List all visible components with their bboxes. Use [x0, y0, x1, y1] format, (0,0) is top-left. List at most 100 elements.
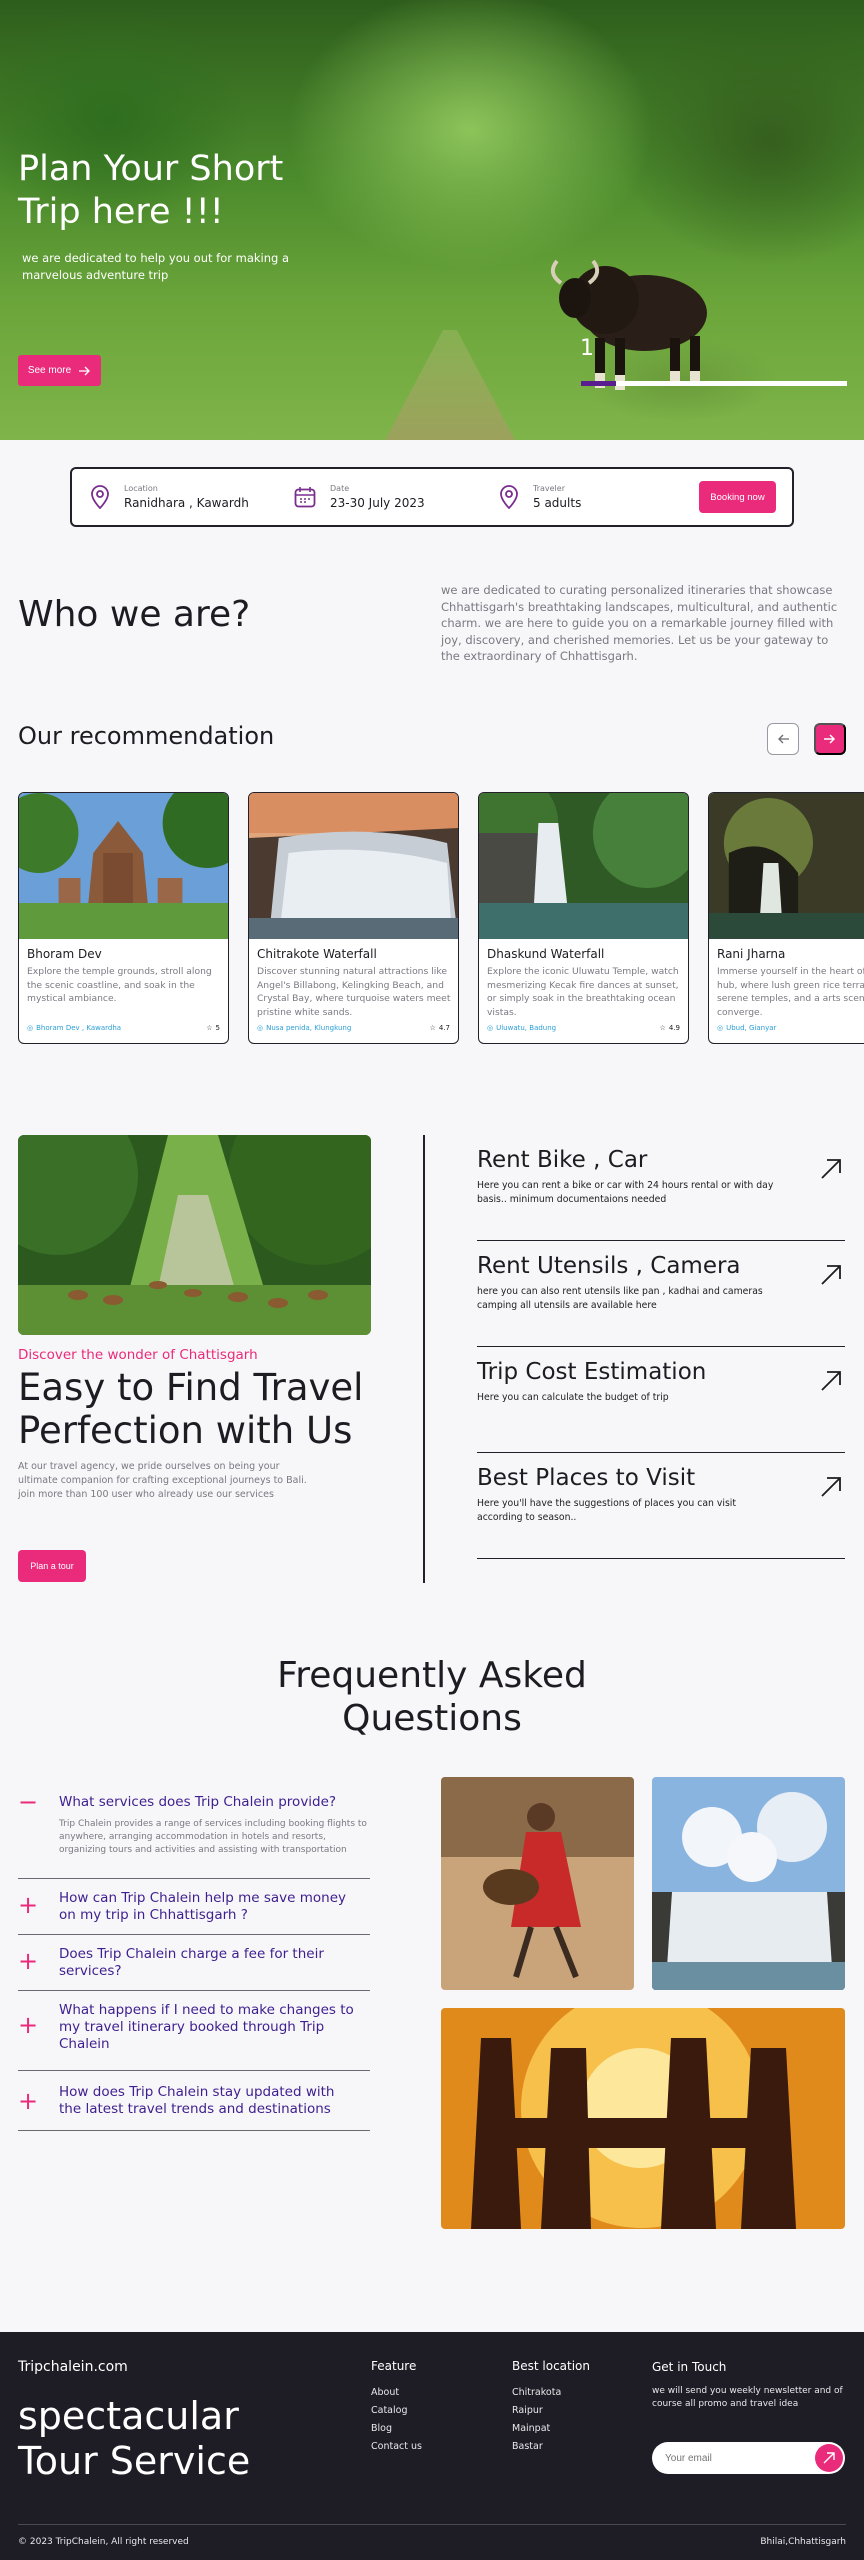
temple-photo [19, 793, 228, 939]
faq-item[interactable]: + How does Trip Chalein stay updated wit… [18, 2071, 370, 2131]
place-location: ◎ Bhoram Dev , Kawardha [27, 1024, 121, 1032]
place-title: Rani Jharna [717, 947, 786, 961]
plus-icon[interactable]: + [18, 2013, 38, 2037]
faq-title: Frequently Asked Questions [0, 1654, 864, 1740]
bison-illustration [550, 259, 707, 390]
feature-description: At our travel agency, we pride ourselves… [18, 1461, 307, 1500]
slide-progress-fill [581, 381, 616, 386]
arrow-up-right-icon [821, 1477, 841, 1497]
waterfall-photo [479, 793, 688, 939]
footer-link-about[interactable]: About [371, 2384, 422, 2402]
about-description: we are dedicated to curating personalize… [441, 583, 838, 663]
copyright: © 2023 TripChalein, All right reserved [18, 2537, 189, 2547]
service-title: Trip Cost Estimation [477, 1359, 707, 1385]
place-rating-value: 5 [215, 1024, 220, 1032]
location-field[interactable]: Location Ranidhara , Kawardh [90, 479, 249, 515]
service-item[interactable]: Rent Utensils , Camera here you can also… [477, 1241, 845, 1347]
footer-link-raipur[interactable]: Raipur [512, 2402, 590, 2420]
next-button[interactable] [814, 723, 846, 755]
footer-location-heading: Best location [512, 2359, 590, 2373]
faq-item[interactable]: + Does Trip Chalein charge a fee for the… [18, 1935, 370, 1991]
footer-link-mainpat[interactable]: Mainpat [512, 2420, 590, 2438]
location-pin-icon [500, 485, 518, 509]
place-card[interactable]: Dhaskund Waterfall Explore the iconic Ul… [478, 792, 689, 1044]
footer-feature-heading: Feature [371, 2359, 417, 2373]
location-pin-icon: ◎ [27, 1024, 34, 1032]
place-card[interactable]: Rani Jharna Immerse yourself in the hear… [708, 792, 864, 1044]
hero-banner: Plan Your Short Trip here !!! we are ded… [0, 0, 864, 440]
traveler-value: 5 adults [533, 496, 582, 510]
waterfall-photo [652, 1777, 845, 1990]
footer-link-bastar[interactable]: Bastar [512, 2438, 590, 2456]
traveler-label: Traveler [533, 484, 565, 493]
place-rating: ☆ 5 [206, 1024, 220, 1032]
footer-divider [18, 2524, 846, 2525]
arrow-up-right-icon [821, 1371, 841, 1391]
star-icon: ☆ [429, 1024, 436, 1032]
deer-forest-photo [18, 1135, 371, 1335]
place-rating: ☆ 4.9 [660, 1024, 680, 1032]
service-item[interactable]: Best Places to Visit Here you'll have th… [477, 1453, 845, 1559]
plus-icon[interactable]: + [18, 2089, 38, 2113]
place-location: ◎ Nusa penida, Klungkung [257, 1024, 351, 1032]
plus-icon[interactable]: + [18, 1949, 38, 1973]
place-rating-value: 4.9 [668, 1024, 680, 1032]
location-pin-icon: ◎ [487, 1024, 494, 1032]
location-value: Ranidhara , Kawardh [124, 496, 249, 510]
calendar-icon [294, 487, 316, 508]
footer-touch-heading: Get in Touch [652, 2360, 727, 2374]
service-title: Rent Bike , Car [477, 1147, 648, 1173]
date-value: 23-30 July 2023 [330, 496, 425, 510]
plus-icon[interactable]: + [18, 1893, 38, 1917]
see-more-button[interactable]: See more [18, 355, 101, 386]
minus-icon[interactable]: − [18, 1790, 38, 1814]
slide-progress-track[interactable] [581, 381, 847, 386]
footer-link-catalog[interactable]: Catalog [371, 2402, 422, 2420]
service-description: Here you can calculate the budget of tri… [477, 1392, 669, 1403]
feature-title: Easy to Find Travel Perfection with Us [18, 1366, 364, 1452]
plan-tour-button[interactable]: Plan a tour [18, 1550, 86, 1582]
service-item[interactable]: Rent Bike , Car Here you can rent a bike… [477, 1135, 845, 1241]
place-title: Chitrakote Waterfall [257, 947, 377, 961]
faq-item[interactable]: − What services does Trip Chalein provid… [18, 1790, 370, 1879]
footer-link-blog[interactable]: Blog [371, 2420, 422, 2438]
place-title: Bhoram Dev [27, 947, 102, 961]
place-location: ◎ Ubud, Gianyar [717, 1024, 776, 1032]
place-location-text: Nusa penida, Klungkung [266, 1024, 352, 1032]
star-icon: ☆ [206, 1024, 213, 1032]
service-title: Best Places to Visit [477, 1465, 696, 1491]
previous-button[interactable] [767, 723, 799, 755]
section-divider [423, 1135, 425, 1583]
date-label: Date [330, 484, 350, 493]
faq-question: What services does Trip Chalein provide? [59, 1794, 337, 1810]
faq-item[interactable]: + How can Trip Chalein help me save mone… [18, 1879, 370, 1935]
send-button[interactable] [815, 2444, 843, 2472]
service-item[interactable]: Trip Cost Estimation Here you can calcul… [477, 1347, 845, 1453]
service-title: Rent Utensils , Camera [477, 1253, 741, 1279]
faq-question: Does Trip Chalein charge a fee for their… [59, 1946, 324, 1979]
footer-brand[interactable]: Tripchalein.com [18, 2359, 128, 2375]
place-description: Explore the iconic Uluwatu Temple, watch… [487, 966, 679, 1018]
location-pin-icon [91, 485, 109, 509]
faq-question: How does Trip Chalein stay updated with … [59, 2084, 335, 2117]
faq-item[interactable]: + What happens if I need to make changes… [18, 1991, 370, 2071]
footer-link-chitrakota[interactable]: Chitrakota [512, 2384, 590, 2402]
place-card[interactable]: Bhoram Dev Explore the temple grounds, s… [18, 792, 229, 1044]
place-location: ◎ Uluwatu, Badung [487, 1024, 556, 1032]
arrow-up-right-icon [821, 1265, 841, 1285]
place-location-text: Ubud, Gianyar [726, 1024, 777, 1032]
date-field[interactable]: Date 23-30 July 2023 [294, 479, 425, 515]
arrow-right-icon [79, 366, 91, 375]
traveler-field[interactable]: Traveler 5 adults [499, 479, 581, 515]
place-title: Dhaskund Waterfall [487, 947, 605, 961]
place-location-text: Uluwatu, Badung [496, 1024, 557, 1032]
location-pin-icon: ◎ [257, 1024, 264, 1032]
see-more-label: See more [27, 365, 72, 376]
footer-touch: Get in Touch we will send you weekly new… [652, 2360, 847, 2411]
place-description: Immerse yourself in the heart of cultura… [717, 966, 864, 1018]
footer-link-contact[interactable]: Contact us [371, 2438, 422, 2456]
tribal-dance-photo [441, 2008, 845, 2229]
place-rating: ☆ 4.7 [430, 1024, 450, 1032]
booking-now-button[interactable]: Booking now [699, 481, 776, 513]
place-card[interactable]: Chitrakote Waterfall Discover stunning n… [248, 792, 459, 1044]
